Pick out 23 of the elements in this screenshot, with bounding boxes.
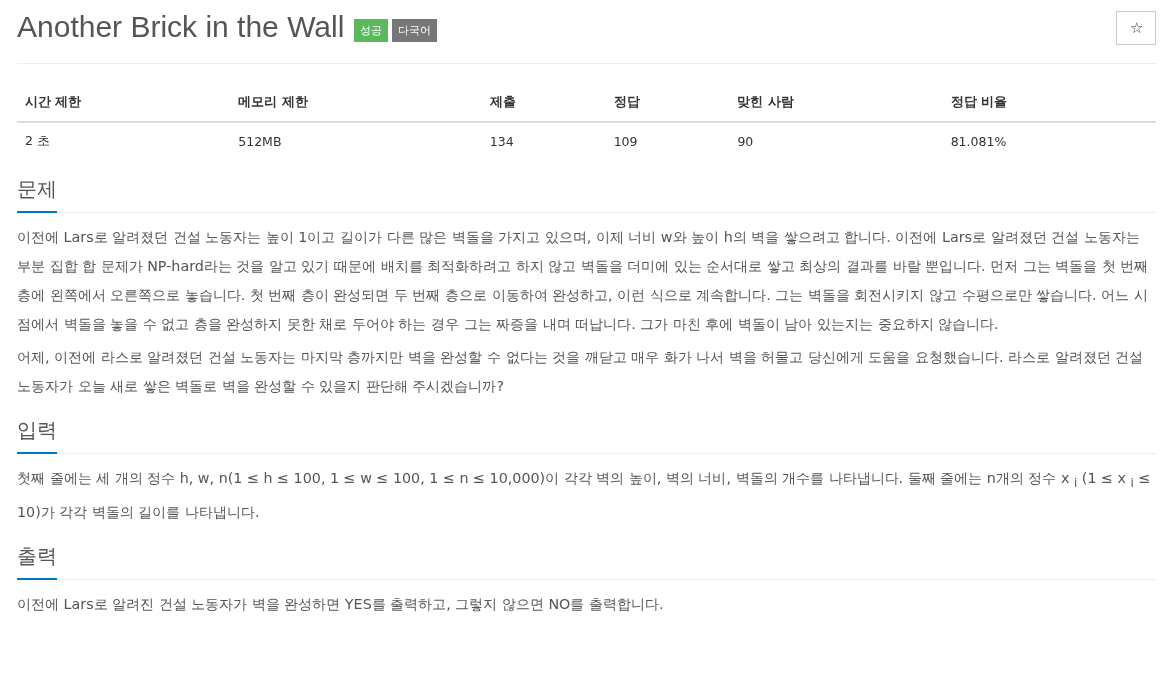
favorite-button[interactable]: ☆: [1116, 11, 1156, 45]
paragraph: 어제, 이전에 라스로 알려졌던 건설 노동자는 마지막 층까지만 벽을 완성할 수 없다는 것을 깨닫고 매우 화가 나서 벽을 허물고 당신에게 도움을 요청했습니다. 라스로 알려졌던 건설 노동자가 오늘 새로 쌓은 벽돌로 벽을 완성할 수 있을지 판단해 주시겠습니까?: [17, 348, 1145, 396]
column-header: 제출: [481, 84, 606, 122]
status-badge: 성공: [354, 18, 389, 42]
column-header: 정답 비율: [942, 84, 1156, 122]
table-cell: 134: [481, 122, 606, 160]
column-header: 메모리 제한: [230, 84, 482, 122]
table-cell: 90: [729, 122, 943, 160]
column-header: 맞힌 사람: [729, 84, 943, 122]
section-heading: 문제: [17, 176, 57, 213]
paragraph: 이전에 Lars로 알려진 건설 노동자가 벽을 완성하면 YES를 출력하고, 그렇지 않으면 NO를 출력합니다.: [17, 594, 665, 614]
tag-badge: 다국어: [392, 18, 438, 42]
paragraph: 이전에 Lars로 알려졌던 건설 노동자는 높이 1이고 길이가 다른 많은 벽돌을 가지고 있으며, 이제 너비 w와 높이 h의 벽을 쌓으려고 합니다. 이전에 Lars로 알려졌던 건설 노동자는 부분 집합 합 문제가 NP-hard라는 것을 알고 있기 때문에 배치를 최적화하려고 하지 않고 벽돌을 더미에 있는 순서대로 쌓고 최상의 결과를 바랄 뿐입니다. 먼저 그는 벽돌을 첫 번째 층에 왼쪽에서 오른쪽으로 놓습니다. 첫 번째 층이 완성되면 두 번째 층으로 이동하여 완성하고, 이런 식으로 계속합니다. 그는 벽돌을 회전시키지 않고 수평으로만 쌓습니다. 어느 시점에서 벽돌을 놓을 수 없고 층을 완성하지 못한 채로 두어야 하는 경우 그는 짜증을 내며 떠납니다. 그가 마친 후에 벽돌이 남아 있는지는 중요하지 않습니다.: [17, 228, 1150, 334]
table-cell: 2 초: [17, 122, 231, 160]
table-cell: 109: [605, 122, 730, 160]
section-heading: 출력: [17, 542, 57, 580]
section-heading: 입력: [17, 417, 57, 454]
table-cell: 81.081%: [942, 122, 1156, 160]
problem-title: Another Brick in the Wall: [17, 10, 345, 44]
column-header: 시간 제한: [17, 84, 231, 122]
paragraph: 첫째 줄에는 세 개의 정수 h, w, n(1 ≤ h ≤ 100, 1 ≤ w ≤ 100, 1 ≤ n ≤ 10,000)이 각각 벽의 높이, 벽의 너비, 벽돌의 개수를 나타냅니다. 둘째 줄에는 n개의 정수 x $_{i}$ (1 ≤ x $_{i}$ ≤ 10)가 각각 벽돌의 길이를 나타냅니다.: [17, 469, 1152, 522]
table-cell: 512MB: [230, 122, 482, 160]
column-header: 정답: [605, 84, 730, 122]
